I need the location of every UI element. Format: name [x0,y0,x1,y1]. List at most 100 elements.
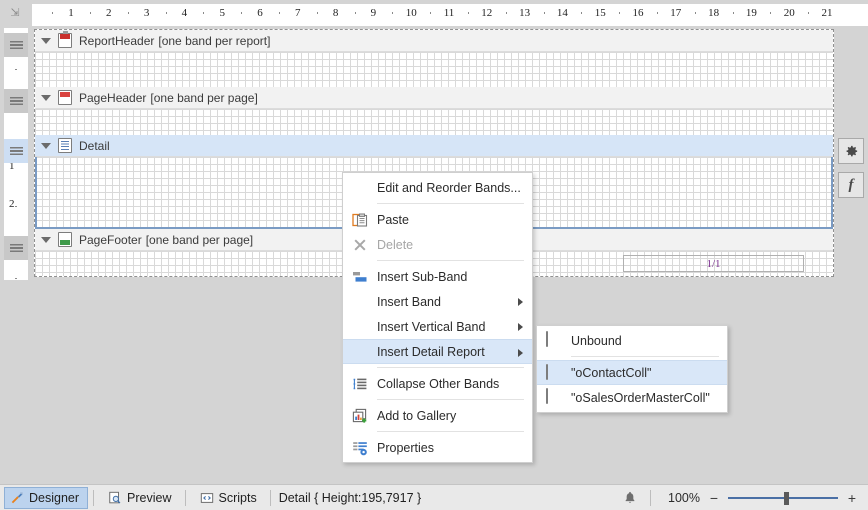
band-grip-pageheader[interactable] [4,89,28,113]
submenu-separator [571,356,719,357]
ruler-tick-label: 3 [143,7,150,19]
properties-icon [353,442,367,456]
ruler-tick-mark [543,12,545,14]
ruler-tick-label: 10 [405,7,417,19]
submenu-item-label: "oSalesOrderMasterColl" [571,390,710,405]
report-designer-window: ⇲ 1 2 3 4 5 6 7 8 9 10 11 12 13 14 15 16 17 18 19 20 21 12 R… [0,0,868,510]
ruler-unit-icon: ⇲ [10,7,20,19]
status-divider [269,489,271,506]
function-icon-button[interactable]: f [838,172,864,198]
tab-designer[interactable]: Designer [4,486,89,509]
ruler-tick-label: 14 [556,7,568,19]
ruler-tick-label: 1 [68,7,74,19]
ruler-tick-mark [732,12,734,14]
grip-lines-icon [9,96,23,106]
band-sublabel: [one band per report] [158,33,271,48]
band-caption-report-header[interactable]: ReportHeader [one band per report] [35,30,833,52]
menu-item-label: Collapse Other Bands [377,376,500,391]
ruler-tick-label: 12 [481,7,493,19]
band-grip-pagefooter[interactable] [4,236,28,260]
band-grip-detail[interactable] [4,139,28,163]
data-source-glyph [546,364,548,380]
band-label: Detail [79,138,110,153]
ruler-tick-mark [808,12,810,14]
chevron-down-icon[interactable] [41,37,51,44]
menu-item-insert-detail-report[interactable]: Insert Detail Report [343,339,532,364]
ruler-tick-mark [165,12,167,14]
ruler-tick-label: 13 [519,7,531,19]
submenu-item-ocontactcoll[interactable]: "oContactColl" [537,360,727,385]
menu-item-label: Edit and Reorder Bands... [377,180,521,195]
paste-icon [352,212,368,228]
menu-item-add-to-gallery[interactable]: Add to Gallery [343,403,532,428]
data-source-glyph [546,388,548,404]
band-caption-detail[interactable]: Detail [35,135,833,157]
tab-preview[interactable]: Preview [103,487,179,509]
status-divider [650,489,651,506]
ruler-tick-mark [203,12,205,14]
chevron-down-icon[interactable] [41,236,51,243]
page-header-icon [58,90,72,105]
zoom-slider[interactable] [728,491,838,505]
ruler-tick-mark [467,12,469,14]
horizontal-ruler: 1 2 3 4 5 6 7 8 9 10 11 12 13 14 15 16 17 18 19 20 21 [32,4,868,26]
tab-preview-label: Preview [127,490,172,505]
zoom-out-button[interactable]: − [708,490,720,506]
menu-item-insert-sub-band[interactable]: Insert Sub-Band [343,264,532,289]
gear-icon [846,145,857,156]
menu-item-edit-and-reorder-bands[interactable]: Edit and Reorder Bands... [343,175,532,200]
band-grip-reportheader[interactable] [4,33,28,57]
band-context-menu[interactable]: Edit and Reorder Bands... Paste Delete Inse… [342,172,533,463]
zoom-slider-thumb[interactable] [784,491,789,505]
menu-separator [377,399,524,400]
ruler-tick-label: 17 [670,7,682,19]
band-body-report-header[interactable] [35,52,833,87]
ruler-tick-mark [430,12,432,14]
ruler-tick-label: 9 [370,7,377,19]
ruler-tick-label: 7 [295,7,301,19]
insert-detail-report-submenu[interactable]: Unbound "oContactColl" "oSalesOrderMasterC… [536,325,728,413]
chevron-down-icon[interactable] [41,142,51,149]
detail-icon [58,138,72,153]
grip-lines-icon [9,40,23,50]
band-body-page-header[interactable] [35,109,833,135]
menu-item-paste[interactable]: Paste [343,207,532,232]
submenu-item-unbound[interactable]: Unbound [537,328,727,353]
menu-item-insert-vertical-band[interactable]: Insert Vertical Band [343,314,532,339]
band-label: ReportHeader [79,33,155,48]
menu-item-collapse-other-bands[interactable]: Collapse Other Bands [343,371,532,396]
chevron-right-icon [518,323,523,331]
delete-icon [354,239,366,251]
menu-item-label: Paste [377,212,409,227]
ruler-tick-label: 6 [257,7,263,19]
selection-status-text: Detail { Height:195,7917 } [278,490,422,505]
gear-icon-button[interactable] [838,138,864,164]
right-toolstrip: f [838,138,864,206]
menu-item-properties[interactable]: Properties [343,435,532,460]
status-bar: Designer Preview Scripts Detail { Height… [0,484,868,510]
ruler-tick-label: 15 [594,7,606,19]
grip-lines-icon [9,243,23,253]
gallery-icon [352,408,368,424]
ruler-tick-mark [770,12,772,14]
chevron-down-icon[interactable] [41,94,51,101]
page-info-control[interactable]: 1 / 1 [623,255,804,272]
submenu-item-label: "oContactColl" [571,365,652,380]
ruler-tick-mark [619,12,621,14]
band-caption-page-header[interactable]: PageHeader [one band per page] [35,87,833,109]
band-page-header[interactable]: PageHeader [one band per page] [35,87,833,135]
chevron-right-icon [518,349,523,357]
ruler-tick-mark [316,12,318,14]
submenu-item-osalesordermastercoll[interactable]: "oSalesOrderMasterColl" [537,385,727,410]
band-report-header[interactable]: ReportHeader [one band per report] [35,30,833,87]
zoom-percent-label: 100% [668,490,700,505]
menu-item-label: Delete [377,237,414,252]
band-sublabel: [one band per page] [145,232,254,247]
tab-scripts[interactable]: Scripts [195,487,265,509]
delete-icon [352,237,368,253]
bell-icon[interactable] [623,490,637,505]
ruler-tick-mark [127,12,129,14]
band-label: PageHeader [79,90,147,105]
zoom-in-button[interactable]: + [846,490,858,506]
menu-item-insert-band[interactable]: Insert Band [343,289,532,314]
